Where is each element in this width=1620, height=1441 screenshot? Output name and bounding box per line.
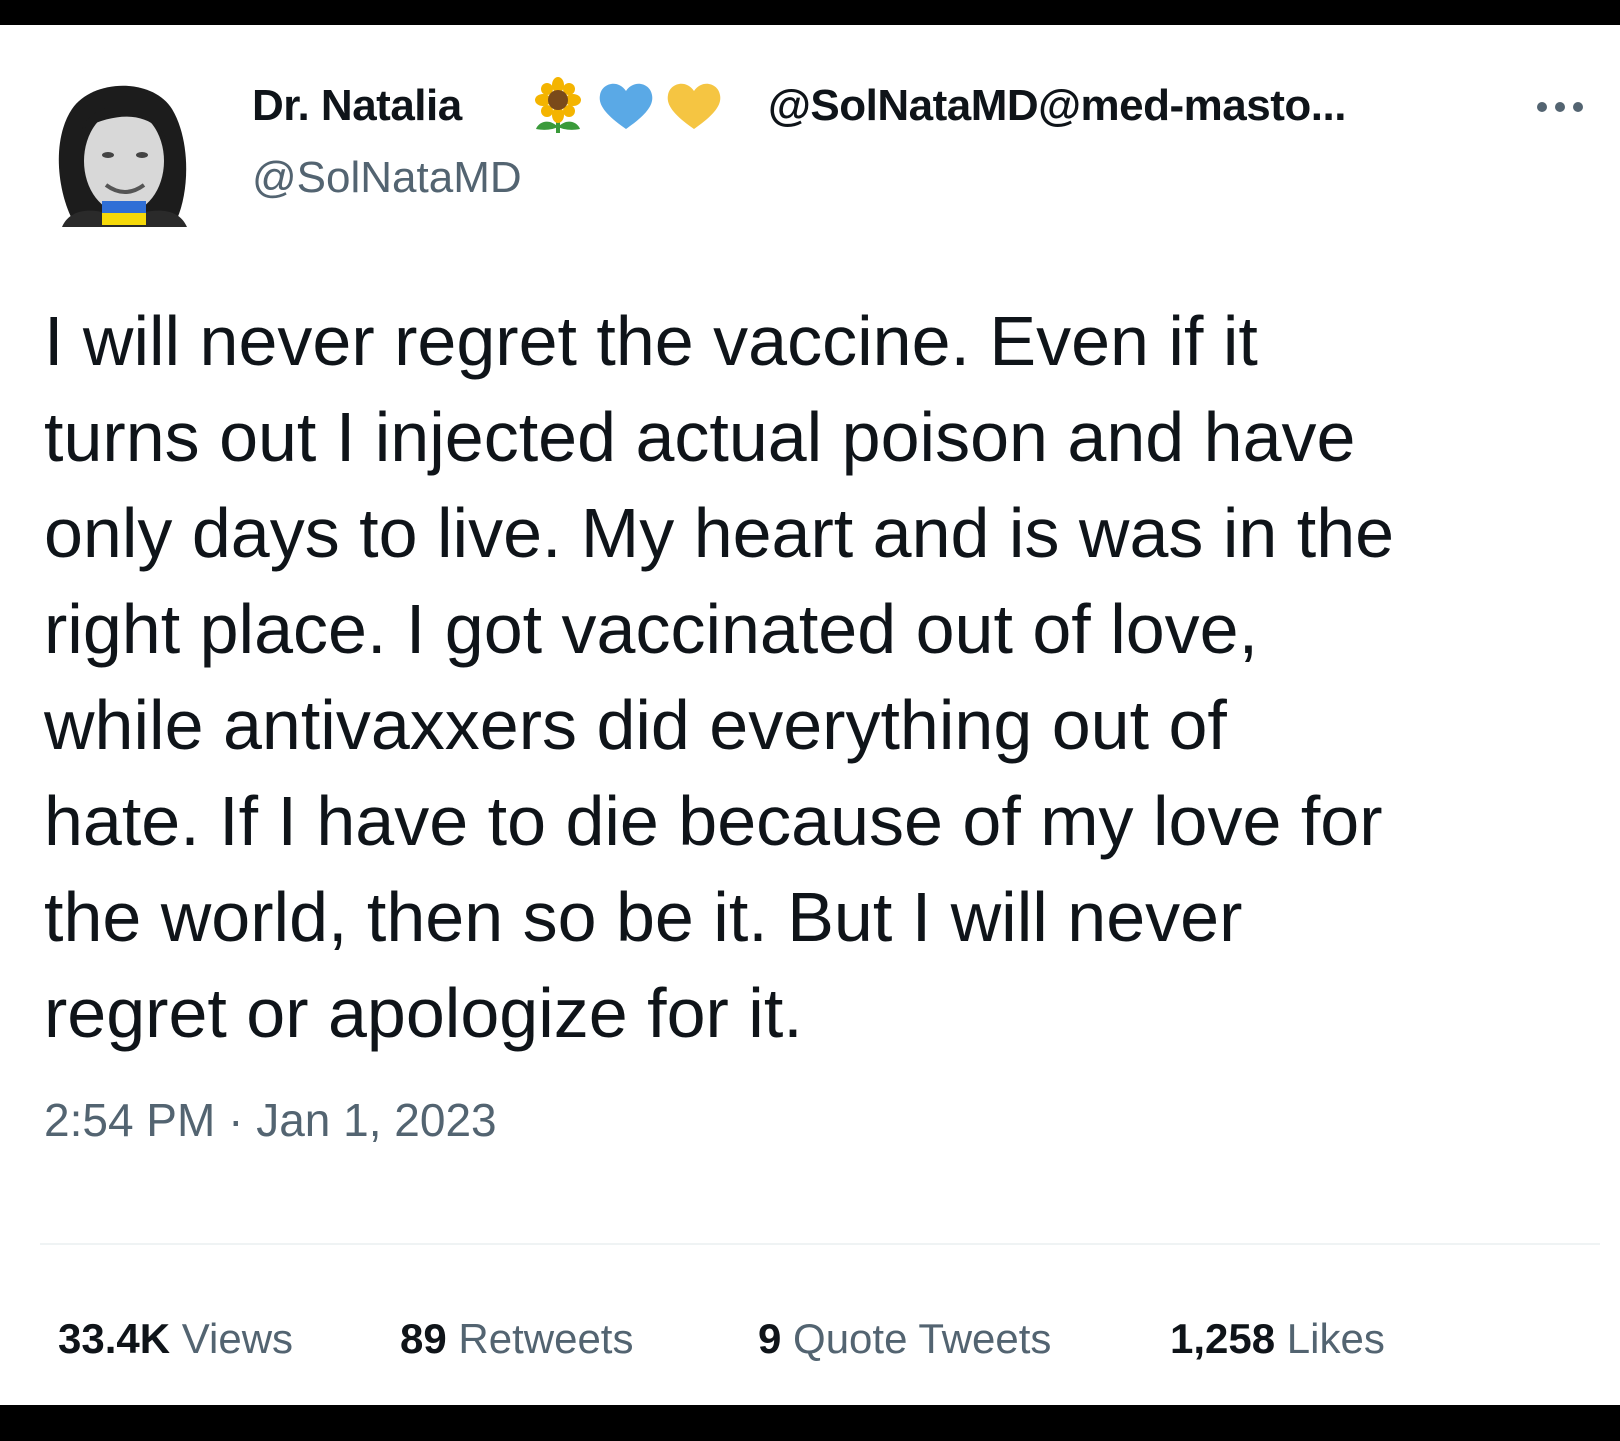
- tweet-text-line: right place. I got vaccinated out of lov…: [44, 590, 1259, 668]
- tweet-text-line: turns out I injected actual poison and h…: [44, 398, 1356, 476]
- tweet-text-line: hate. If I have to die because of my lov…: [44, 782, 1383, 860]
- tweet-card: Dr. Natalia @SolNataMD@med-masto... @Sol…: [0, 25, 1620, 1405]
- tweet-text-line: I will never regret the vaccine. Even if…: [44, 302, 1258, 380]
- views-label: Views: [181, 1315, 294, 1362]
- likes-count: 1,258: [1170, 1315, 1276, 1362]
- tweet-text-line: regret or apologize for it.: [44, 974, 803, 1052]
- views-stat[interactable]: 33.4K Views: [58, 1315, 293, 1363]
- retweets-label: Retweets: [458, 1315, 634, 1362]
- author-display-name[interactable]: Dr. Natalia: [252, 81, 462, 131]
- tweet-text-line: only days to live. My heart and is was i…: [44, 494, 1395, 572]
- likes-stat[interactable]: 1,258 Likes: [1170, 1315, 1385, 1363]
- divider: [40, 1243, 1600, 1245]
- sunflower-icon: [528, 77, 588, 135]
- retweets-stat[interactable]: 89 Retweets: [400, 1315, 633, 1363]
- quote-tweets-stat[interactable]: 9 Quote Tweets: [758, 1315, 1051, 1363]
- quote-tweets-label: Quote Tweets: [793, 1315, 1052, 1362]
- quote-tweets-count: 9: [758, 1315, 782, 1362]
- tweet-text-line: the world, then so be it. But I will nev…: [44, 878, 1243, 956]
- avatar[interactable]: [52, 69, 192, 227]
- retweets-count: 89: [400, 1315, 447, 1362]
- tweet-text: I will never regret the vaccine. Even if…: [44, 293, 1604, 1061]
- more-options-icon[interactable]: [1528, 85, 1598, 125]
- mastodon-handle: @SolNataMD@med-masto...: [768, 81, 1346, 130]
- yellow-heart-icon: [664, 77, 724, 135]
- tweet-timestamp[interactable]: 2:54 PM · Jan 1, 2023: [44, 1093, 497, 1147]
- likes-label: Likes: [1286, 1315, 1385, 1362]
- views-count: 33.4K: [58, 1315, 171, 1362]
- tweet-text-line: while antivaxxers did everything out of: [44, 686, 1227, 764]
- username[interactable]: @SolNataMD: [252, 153, 522, 203]
- blue-heart-icon: [596, 77, 656, 135]
